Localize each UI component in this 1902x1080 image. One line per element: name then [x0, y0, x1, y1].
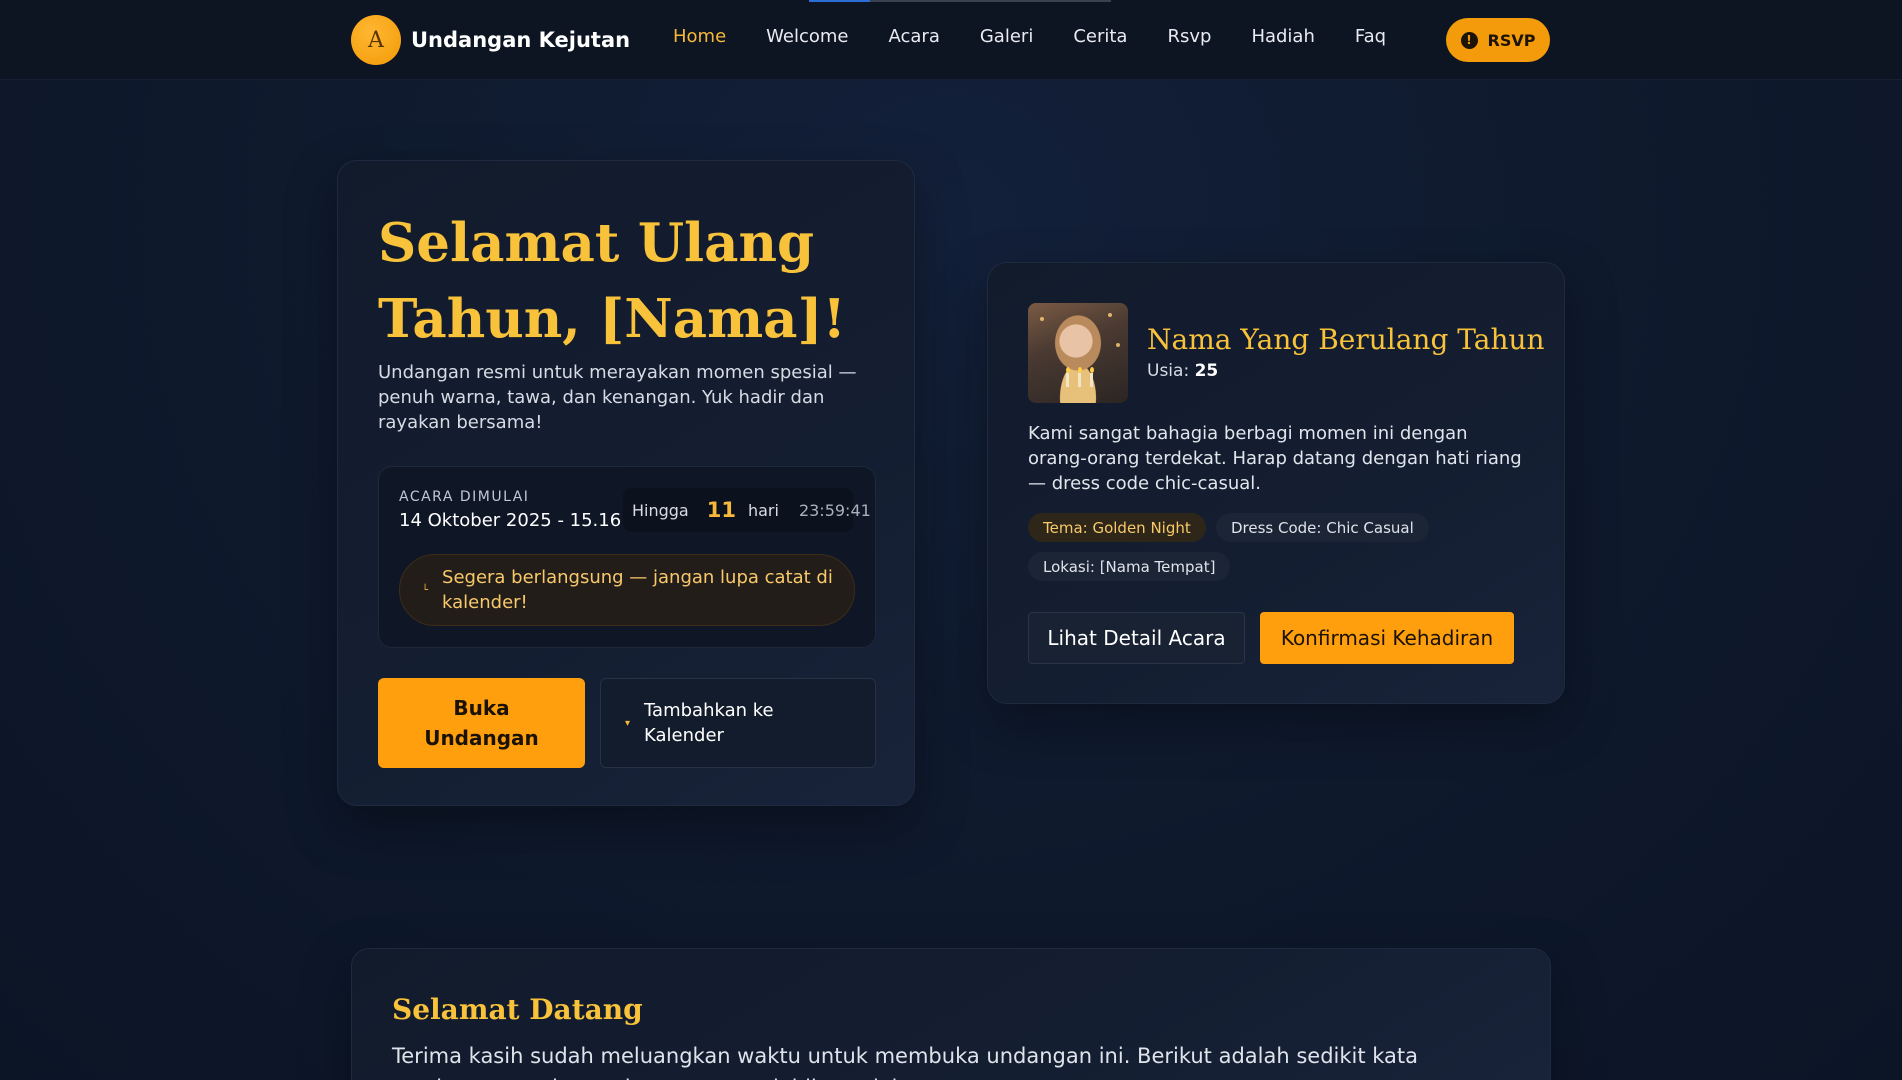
- bokeh-light: [1108, 313, 1112, 317]
- tag-theme: Tema: Golden Night: [1028, 513, 1206, 542]
- welcome-card: Selamat Datang Terima kasih sudah meluan…: [351, 948, 1551, 1080]
- event-detail-button[interactable]: Lihat Detail Acara: [1028, 612, 1245, 664]
- hero-title: Selamat Ulang Tahun, [Nama]!: [378, 212, 846, 350]
- event-start-label: ACARA DIMULAI: [399, 489, 530, 505]
- nav-link-rsvp[interactable]: Rsvp: [1167, 26, 1211, 47]
- reminder-pill: └ Segera berlangsung — jangan lupa catat…: [399, 554, 855, 626]
- event-date: 14 Oktober 2025 - 15.16: [399, 510, 622, 531]
- confirm-attendance-button[interactable]: Konfirmasi Kehadiran: [1260, 612, 1514, 664]
- top-navbar: A Undangan Kejutan Home Welcome Acara Ga…: [0, 0, 1902, 80]
- celebrant-age: Usia: 25: [1147, 361, 1218, 381]
- clock-icon: └: [422, 584, 429, 596]
- brand-logo: A: [351, 15, 401, 65]
- add-to-calendar-button[interactable]: ▾ Tambahkan ke Kalender: [600, 678, 876, 768]
- brand-name: Undangan Kejutan: [411, 28, 631, 52]
- nav-progress-line: [809, 0, 1111, 2]
- celebrant-name: Nama Yang Berulang Tahun: [1147, 323, 1545, 356]
- event-info-box: ACARA DIMULAI 14 Oktober 2025 - 15.16 Hi…: [378, 466, 876, 648]
- candle-flame: [1090, 367, 1094, 373]
- welcome-text: Terima kasih sudah meluangkan waktu untu…: [392, 1044, 1419, 1080]
- avatar: [1028, 303, 1128, 403]
- brand[interactable]: A Undangan Kejutan: [351, 15, 630, 65]
- countdown: Hingga 11 hari 23:59:41: [623, 488, 871, 532]
- welcome-title: Selamat Datang: [392, 993, 643, 1026]
- tag-dress-code: Dress Code: Chic Casual: [1216, 513, 1429, 542]
- profile-description: Kami sangat bahagia berbagi momen ini de…: [1028, 423, 1522, 494]
- age-label: Usia:: [1147, 361, 1190, 381]
- add-to-calendar-label: Tambahkan ke Kalender: [644, 700, 774, 746]
- bokeh-light: [1040, 317, 1044, 321]
- calendar-icon: ▾: [625, 717, 631, 729]
- nav-link-hadiah[interactable]: Hadiah: [1251, 26, 1314, 47]
- hero-subtitle: Undangan resmi untuk merayakan momen spe…: [378, 362, 857, 433]
- nav-links: Home Welcome Acara Galeri Cerita Rsvp Ha…: [673, 26, 1426, 47]
- nav-progress-segment: [809, 0, 870, 2]
- candle-flame: [1066, 367, 1070, 373]
- nav-link-galeri[interactable]: Galeri: [980, 26, 1033, 47]
- reminder-text: Segera berlangsung — jangan lupa catat d…: [442, 567, 833, 613]
- nav-link-faq[interactable]: Faq: [1355, 26, 1386, 47]
- nav-link-cerita[interactable]: Cerita: [1073, 26, 1127, 47]
- countdown-unit: hari: [747, 500, 779, 520]
- countdown-days: 11: [706, 498, 736, 522]
- candle-flame: [1078, 367, 1082, 373]
- age-value: 25: [1194, 361, 1219, 381]
- candle: [1078, 373, 1081, 387]
- countdown-prefix: Hingga: [632, 500, 689, 520]
- tag-location: Lokasi: [Nama Tempat]: [1028, 552, 1231, 581]
- nav-link-home[interactable]: Home: [673, 26, 726, 47]
- profile-card: Nama Yang Berulang Tahun Usia: 25 Kami s…: [987, 262, 1565, 704]
- rsvp-button[interactable]: ! RSVP: [1446, 18, 1550, 62]
- nav-link-acara[interactable]: Acara: [889, 26, 940, 47]
- rsvp-button-label: RSVP: [1487, 30, 1536, 50]
- exclamation-icon: !: [1460, 31, 1478, 49]
- open-invitation-button[interactable]: Buka Undangan: [378, 678, 585, 768]
- candle: [1090, 373, 1093, 387]
- bokeh-light: [1116, 343, 1120, 347]
- nav-link-welcome[interactable]: Welcome: [766, 26, 848, 47]
- hero-card: Selamat Ulang Tahun, [Nama]! Undangan re…: [337, 160, 915, 806]
- countdown-time: 23:59:41: [798, 500, 871, 520]
- candle: [1066, 373, 1069, 387]
